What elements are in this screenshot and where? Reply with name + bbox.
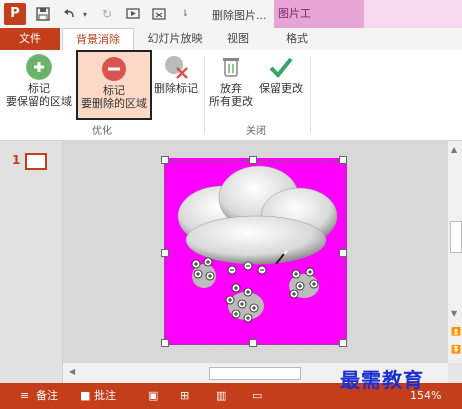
scroll-left-icon[interactable]: ◀: [69, 367, 75, 376]
mark-remove-line1: 标记: [103, 84, 125, 97]
mark-remove-line2: 要删除的区域: [81, 97, 147, 110]
slides-panel: 1: [0, 141, 63, 383]
document-title: 删除图片...: [212, 9, 267, 22]
pencil-minus-icon: [101, 56, 127, 82]
delete-mark-label: 删除标记: [154, 82, 198, 95]
customize-toolbar-icon[interactable]: ⇂: [178, 5, 192, 23]
watermark: 最需教育: [340, 368, 424, 392]
redo-icon[interactable]: ↻: [98, 5, 116, 23]
picture-selection-box: [165, 160, 345, 345]
mark-areas-to-keep-button[interactable]: 标记 要保留的区域: [2, 50, 76, 108]
discard-line1: 放弃: [220, 82, 242, 95]
mark-keep-line1: 标记: [28, 82, 50, 95]
comments-icon[interactable]: ■: [80, 383, 90, 409]
group-label-close: 关闭: [246, 126, 266, 137]
scroll-up-icon[interactable]: ▲: [451, 145, 457, 154]
resize-handle[interactable]: [161, 339, 169, 347]
ribbon-tab-row: 文件 背景消除 幻灯片放映 视图 格式: [0, 28, 462, 50]
powerpoint-app-icon[interactable]: P: [4, 3, 26, 25]
keep-changes-label: 保留更改: [259, 82, 303, 95]
tab-slideshow[interactable]: 幻灯片放映: [140, 28, 210, 50]
resize-handle[interactable]: [161, 156, 169, 164]
tab-file[interactable]: 文件: [0, 28, 60, 50]
resize-handle[interactable]: [339, 249, 347, 257]
resize-handle[interactable]: [249, 339, 257, 347]
undo-icon[interactable]: [60, 5, 78, 23]
undo-dropdown-icon[interactable]: ▾: [80, 5, 90, 23]
resize-handle[interactable]: [339, 156, 347, 164]
scroll-down-icon[interactable]: ▼: [451, 309, 457, 318]
vertical-scroll-thumb[interactable]: [450, 221, 462, 253]
trash-icon: [218, 54, 244, 80]
delete-mark-button[interactable]: 删除标记: [152, 50, 200, 95]
resize-handle[interactable]: [339, 339, 347, 347]
notes-button[interactable]: 备注: [36, 383, 58, 409]
start-slideshow-icon[interactable]: [124, 5, 142, 23]
slide-number: 1: [12, 153, 21, 167]
keep-changes-button[interactable]: 保留更改: [256, 50, 306, 95]
ribbon-separator: [204, 56, 205, 134]
tab-view[interactable]: 视图: [216, 28, 260, 50]
title-bar-right-area: [364, 0, 462, 28]
resize-handle[interactable]: [161, 249, 169, 257]
slide-thumbnail[interactable]: [25, 153, 47, 170]
discard-line2: 所有更改: [209, 95, 253, 108]
notes-icon[interactable]: ≡: [20, 383, 29, 409]
tab-format[interactable]: 格式: [272, 28, 322, 50]
resize-handle[interactable]: [249, 156, 257, 164]
slideshow-view-icon[interactable]: ▭: [252, 383, 262, 409]
mark-areas-to-remove-button[interactable]: 标记 要删除的区域: [76, 50, 152, 120]
reading-view-icon[interactable]: ▥: [216, 383, 226, 409]
vertical-scrollbar[interactable]: ▲ ▼ ⏫ ⏬: [448, 141, 462, 363]
horizontal-scroll-thumb[interactable]: [209, 367, 301, 380]
slide-canvas[interactable]: [63, 141, 448, 363]
next-slide-icon[interactable]: ⏬: [451, 345, 461, 354]
discard-all-changes-button[interactable]: 放弃 所有更改: [206, 50, 256, 108]
title-bar: P ▾ ↻ ⇂ 删除图片... 图片工: [0, 0, 462, 28]
picture-tools-context-title: 图片工: [274, 0, 368, 28]
previous-slide-icon[interactable]: ⏫: [451, 327, 461, 336]
slide-sorter-icon[interactable]: ⊞: [180, 383, 189, 409]
touch-mode-icon[interactable]: [150, 5, 168, 23]
comments-button[interactable]: 批注: [94, 383, 116, 409]
tab-background-removal[interactable]: 背景消除: [62, 28, 134, 50]
normal-view-icon[interactable]: ▣: [148, 383, 158, 409]
pencil-delete-icon: [163, 54, 189, 80]
group-label-optimize: 优化: [92, 126, 112, 137]
ribbon-separator: [310, 56, 311, 134]
save-icon[interactable]: [34, 5, 52, 23]
pencil-plus-icon: [26, 54, 52, 80]
ribbon: 标记 要保留的区域 标记 要删除的区域 删除标记 优化 放弃 所有更改 保留更改…: [0, 50, 462, 141]
mark-keep-line2: 要保留的区域: [6, 95, 72, 108]
checkmark-icon: [268, 54, 294, 80]
